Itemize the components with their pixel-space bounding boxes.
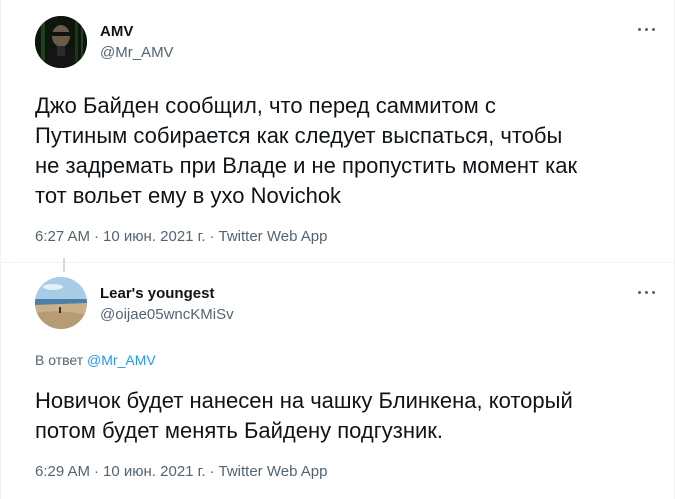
- more-horizontal-icon[interactable]: [634, 22, 658, 36]
- tweet-thread: AMV @Mr_AMV Джо Байден сообщил, что пере…: [0, 0, 675, 499]
- author-name[interactable]: AMV: [100, 23, 133, 40]
- meta-separator: ·: [94, 228, 100, 245]
- tweet-source[interactable]: Twitter Web App: [219, 463, 328, 480]
- tweet-text: Джо Байден сообщил, что перед саммитом с…: [35, 93, 578, 208]
- tweet-text: Новичок будет нанесен на чашку Блинкена,…: [35, 388, 573, 443]
- tweet-date[interactable]: 10 июн. 2021 г.: [103, 228, 205, 245]
- tweet-main: AMV @Mr_AMV Джо Байден сообщил, что пере…: [1, 0, 674, 263]
- meta-separator: ·: [209, 463, 215, 480]
- tweet-reply: Lear's youngest @oijae05wncKMiSv В ответ…: [1, 263, 674, 499]
- tweet-time[interactable]: 6:27 AM: [35, 228, 90, 245]
- reply-label: В ответ: [35, 352, 84, 368]
- reply-mention[interactable]: @Mr_AMV: [87, 352, 156, 368]
- meta-separator: ·: [94, 463, 100, 480]
- avatar-image: [35, 277, 87, 329]
- avatar-image: [35, 16, 87, 68]
- tweet-date[interactable]: 10 июн. 2021 г.: [103, 463, 205, 480]
- tweet-meta: 6:27 AM · 10 июн. 2021 г. · Twitter Web App: [35, 228, 327, 245]
- avatar[interactable]: [35, 277, 87, 329]
- author-handle[interactable]: @oijae05wncKMiSv: [100, 306, 234, 323]
- tweet-source[interactable]: Twitter Web App: [219, 228, 328, 245]
- tweet-meta: 6:29 AM · 10 июн. 2021 г. · Twitter Web App: [35, 463, 327, 480]
- more-horizontal-icon[interactable]: [634, 285, 658, 299]
- author-name[interactable]: Lear's youngest: [100, 285, 214, 302]
- meta-separator: ·: [209, 228, 215, 245]
- avatar[interactable]: [35, 16, 87, 68]
- author-handle[interactable]: @Mr_AMV: [100, 44, 174, 61]
- tweet-time[interactable]: 6:29 AM: [35, 463, 90, 480]
- reply-to: В ответ @Mr_AMV: [35, 352, 156, 368]
